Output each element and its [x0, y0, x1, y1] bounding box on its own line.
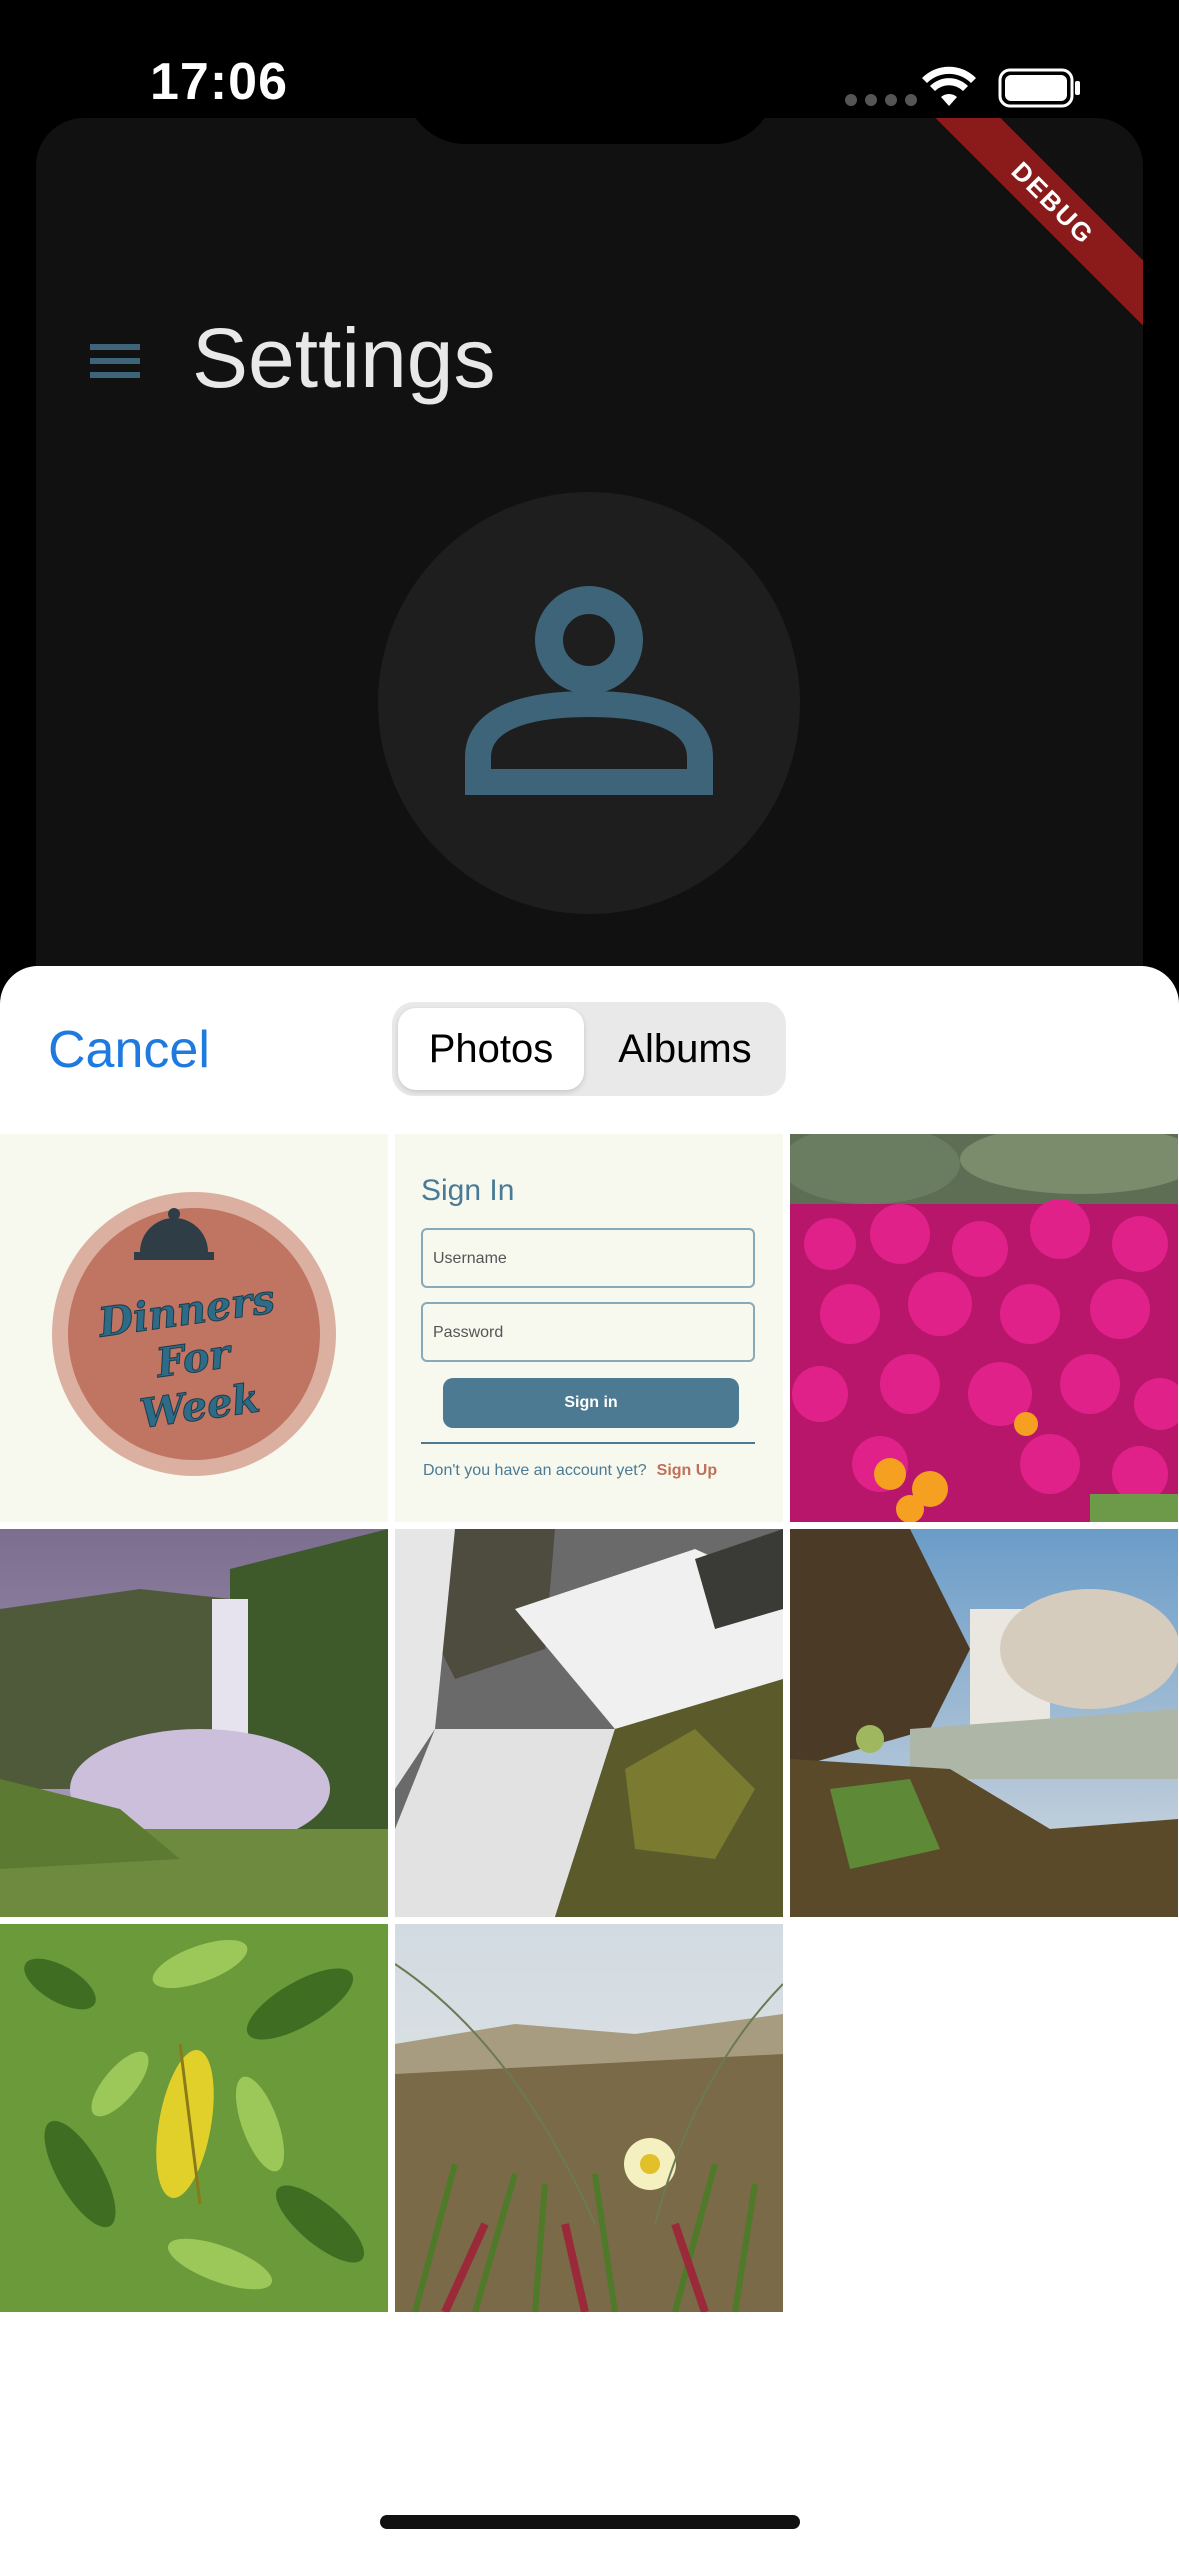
pink-flowers-image	[790, 1134, 1178, 1522]
waterfall-coast-image	[790, 1529, 1178, 1917]
photo-tile-signin[interactable]: Sign In Username Password Sign in Don't …	[395, 1134, 783, 1522]
photo-tile-waterfall-rocks[interactable]	[395, 1529, 783, 1917]
waterfall-rocks-image	[395, 1529, 783, 1917]
password-field: Password	[421, 1302, 755, 1362]
page-title: Settings	[192, 311, 496, 405]
notch	[405, 0, 775, 144]
wifi-icon	[922, 66, 976, 106]
battery-icon	[998, 68, 1080, 108]
status-time: 17:06	[150, 53, 288, 111]
dinners-logo-image: Dinners For Week	[52, 1192, 336, 1476]
photo-tile-logo[interactable]: Dinners For Week	[0, 1134, 388, 1522]
signin-button: Sign in	[443, 1378, 739, 1428]
debug-banner: DEBUG	[923, 118, 1143, 333]
photo-tile-pink-flowers[interactable]	[790, 1134, 1178, 1522]
tab-photos[interactable]: Photos	[398, 1008, 584, 1090]
photo-grid: Dinners For Week Sign In Username Passwo…	[0, 1134, 1179, 2312]
cancel-button[interactable]: Cancel	[48, 1020, 210, 1080]
beach-flower-image	[395, 1924, 783, 2312]
avatar[interactable]	[378, 492, 800, 914]
waterfall-valley-image	[0, 1529, 388, 1917]
photos-albums-segmented-control: Photos Albums	[392, 1002, 786, 1096]
photo-tile-waterfall-valley[interactable]	[0, 1529, 388, 1917]
username-field: Username	[421, 1228, 755, 1288]
photo-tile-beach-flower[interactable]	[395, 1924, 783, 2312]
photo-tile-waterfall-coast[interactable]	[790, 1529, 1178, 1917]
tab-albums[interactable]: Albums	[590, 1008, 780, 1090]
home-indicator	[380, 2515, 800, 2529]
photo-picker-sheet: Cancel Photos Albums Dinners For Week Si…	[0, 966, 1179, 2556]
person-icon	[465, 586, 713, 795]
signin-title: Sign In	[421, 1174, 515, 1207]
signin-footer: Don't you have an account yet? Sign Up	[423, 1462, 718, 1479]
divider	[421, 1442, 755, 1444]
green-leaves-image	[0, 1924, 388, 2312]
signup-link: Sign Up	[656, 1462, 718, 1479]
photo-tile-green-leaves[interactable]	[0, 1924, 388, 2312]
cellular-signal-icon	[845, 94, 917, 106]
menu-icon[interactable]	[88, 342, 144, 382]
